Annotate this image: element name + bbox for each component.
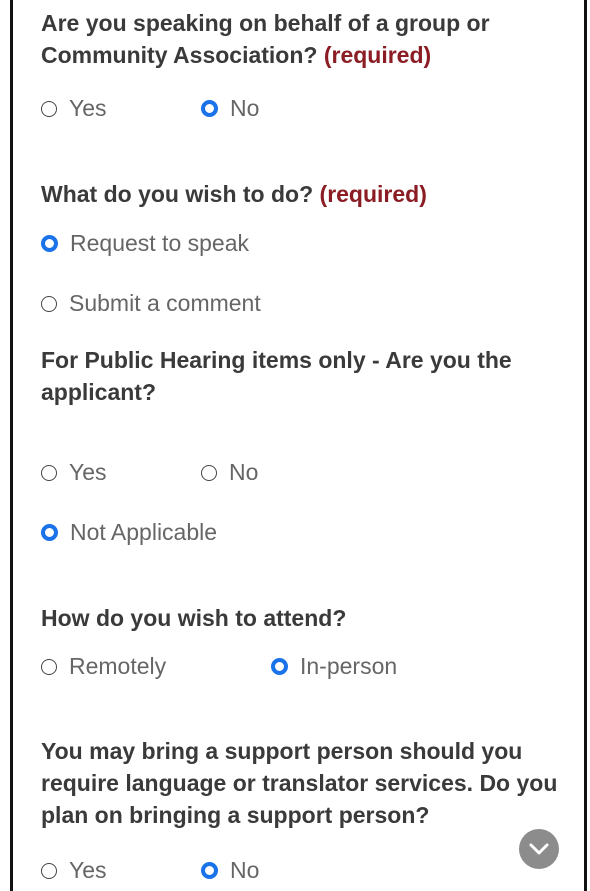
q1-option-yes[interactable]: Yes bbox=[41, 95, 107, 122]
question-text: How do you wish to attend? bbox=[41, 605, 347, 631]
form-panel: Are you speaking on behalf of a group or… bbox=[10, 0, 587, 891]
q4-option-remotely[interactable]: Remotely bbox=[41, 653, 166, 680]
option-label: Yes bbox=[69, 857, 107, 883]
q5-option-no[interactable]: No bbox=[201, 857, 259, 884]
radio-checked-icon[interactable] bbox=[271, 658, 288, 675]
q2-option-submit-comment[interactable]: Submit a comment bbox=[41, 290, 261, 317]
option-label: No bbox=[230, 857, 260, 883]
radio-checked-icon[interactable] bbox=[41, 524, 58, 541]
q1-option-no[interactable]: No bbox=[201, 95, 259, 122]
q2-option-request-to-speak[interactable]: Request to speak bbox=[41, 230, 249, 257]
q4-option-in-person[interactable]: In-person bbox=[271, 653, 397, 680]
question-text: For Public Hearing items only - Are you … bbox=[41, 347, 512, 405]
q3-option-not-applicable[interactable]: Not Applicable bbox=[41, 519, 217, 546]
option-label: Yes bbox=[69, 459, 107, 485]
option-label: No bbox=[229, 459, 259, 485]
option-label: Submit a comment bbox=[69, 290, 261, 316]
radio-checked-icon[interactable] bbox=[41, 235, 58, 252]
q3-option-yes[interactable]: Yes bbox=[41, 459, 107, 486]
required-marker: (required) bbox=[323, 42, 432, 68]
question-text: What do you wish to do? bbox=[41, 181, 314, 207]
chevron-down-icon bbox=[529, 843, 549, 855]
q3-option-no[interactable]: No bbox=[201, 459, 258, 486]
option-label: In-person bbox=[300, 653, 398, 679]
radio-unchecked-icon[interactable] bbox=[41, 464, 57, 481]
q5-option-yes[interactable]: Yes bbox=[41, 857, 107, 884]
radio-unchecked-icon[interactable] bbox=[41, 100, 57, 117]
radio-unchecked-icon[interactable] bbox=[41, 295, 57, 312]
option-label: No bbox=[230, 95, 260, 121]
scroll-down-button[interactable] bbox=[519, 829, 559, 869]
radio-checked-icon[interactable] bbox=[201, 862, 218, 879]
option-label: Not Applicable bbox=[70, 519, 218, 545]
question-group-attendance: How do you wish to attend? bbox=[41, 602, 581, 634]
question-group-representation: Are you speaking on behalf of a group or… bbox=[41, 7, 581, 71]
radio-unchecked-icon[interactable] bbox=[41, 862, 57, 879]
option-label: Request to speak bbox=[70, 230, 250, 256]
option-label: Remotely bbox=[69, 653, 167, 679]
radio-checked-icon[interactable] bbox=[201, 100, 218, 117]
radio-unchecked-icon[interactable] bbox=[201, 464, 217, 481]
question-group-applicant: For Public Hearing items only - Are you … bbox=[41, 344, 581, 408]
option-label: Yes bbox=[69, 95, 107, 121]
radio-unchecked-icon[interactable] bbox=[41, 658, 57, 675]
required-marker: (required) bbox=[319, 181, 427, 207]
question-text: You may bring a support person should yo… bbox=[41, 738, 558, 828]
question-group-action: What do you wish to do? (required) bbox=[41, 178, 581, 210]
question-group-support-person: You may bring a support person should yo… bbox=[41, 735, 581, 831]
